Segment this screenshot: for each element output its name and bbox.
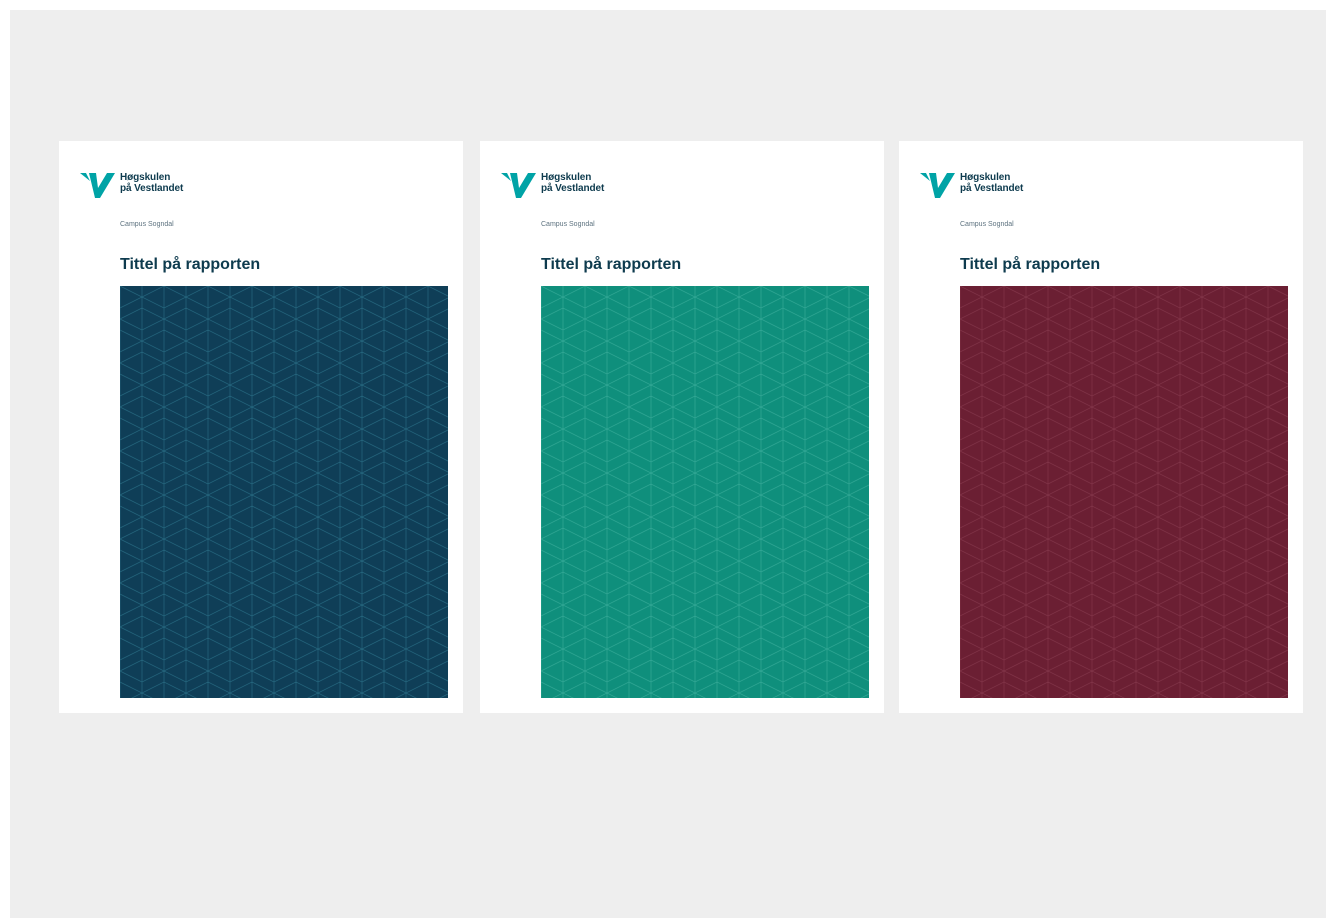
pattern-panel bbox=[120, 286, 448, 698]
hvl-logo-icon bbox=[501, 169, 537, 199]
report-title: Tittel på rapporten bbox=[541, 256, 682, 273]
institution-name-line2: på Vestlandet bbox=[541, 183, 605, 194]
pattern-svg bbox=[120, 286, 448, 698]
page-background: Høgskulen på Vestlandet Campus Sogndal T… bbox=[10, 10, 1326, 918]
hvl-logo-icon bbox=[920, 169, 956, 199]
campus-label: Campus Sogndal bbox=[120, 221, 174, 228]
institution-name-line2: på Vestlandet bbox=[960, 183, 1024, 194]
institution-name-line1: Høgskulen bbox=[960, 172, 1011, 183]
campus-label: Campus Sogndal bbox=[960, 221, 1014, 228]
institution-name-line1: Høgskulen bbox=[120, 172, 171, 183]
report-cover-teal[interactable]: Høgskulen på Vestlandet Campus Sogndal T… bbox=[480, 141, 884, 713]
institution-name-line2: på Vestlandet bbox=[120, 183, 184, 194]
report-cover-burgundy[interactable]: Høgskulen på Vestlandet Campus Sogndal T… bbox=[899, 141, 1303, 713]
pattern-panel bbox=[541, 286, 869, 698]
institution-name: Høgskulen på Vestlandet bbox=[960, 172, 1023, 194]
institution-name: Høgskulen på Vestlandet bbox=[120, 172, 183, 194]
report-title: Tittel på rapporten bbox=[120, 256, 261, 273]
report-title: Tittel på rapporten bbox=[960, 256, 1101, 273]
report-cover-dark-blue[interactable]: Høgskulen på Vestlandet Campus Sogndal T… bbox=[59, 141, 463, 713]
pattern-svg bbox=[541, 286, 869, 698]
institution-name-line1: Høgskulen bbox=[541, 172, 592, 183]
hvl-logo-icon bbox=[80, 169, 116, 199]
institution-name: Høgskulen på Vestlandet bbox=[541, 172, 604, 194]
pattern-svg bbox=[960, 286, 1288, 698]
campus-label: Campus Sogndal bbox=[541, 221, 595, 228]
pattern-panel bbox=[960, 286, 1288, 698]
